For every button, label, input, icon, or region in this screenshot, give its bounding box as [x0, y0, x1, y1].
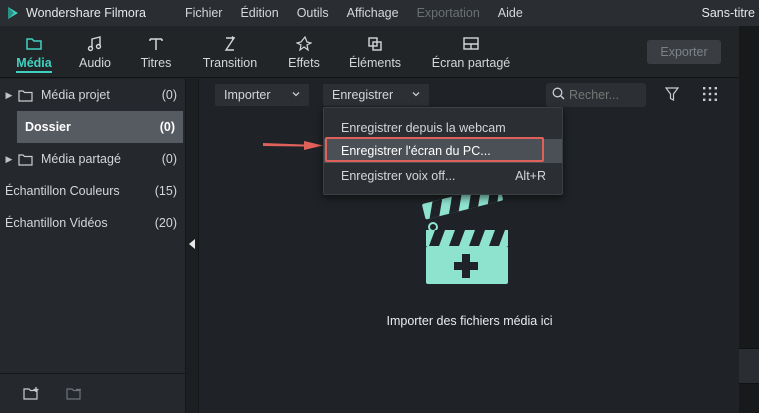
text-icon [148, 34, 164, 54]
elements-icon [367, 34, 383, 54]
library-item-count: (0) [161, 152, 177, 166]
clapperboard-add-icon [422, 184, 512, 291]
library-item-echantillon-couleurs[interactable]: Échantillon Couleurs (15) [0, 175, 185, 207]
library-footer [0, 373, 185, 413]
filter-icon[interactable] [664, 87, 680, 107]
tab-ecran-partage[interactable]: Écran partagé [428, 26, 514, 78]
folder-icon [25, 34, 43, 54]
menu-bar: Wondershare Filmora Fichier Édition Outi… [0, 0, 759, 26]
search-input[interactable] [569, 88, 637, 102]
tab-label: Audio [79, 56, 111, 70]
right-panel-control[interactable] [739, 348, 759, 384]
tab-transition[interactable]: Transition [196, 26, 264, 78]
menu-item-label: Enregistrer l'écran du PC... [341, 144, 491, 158]
tab-label: Éléments [348, 56, 402, 70]
library-item-count: (15) [154, 184, 177, 198]
transition-icon [222, 34, 238, 54]
menu-exportation: Exportation [416, 6, 480, 20]
tab-elements[interactable]: Éléments [344, 26, 406, 78]
menu-outils[interactable]: Outils [288, 6, 338, 20]
tab-label: Titres [140, 56, 172, 70]
chevron-down-icon [411, 88, 421, 102]
library-item-label: Média partagé [41, 152, 121, 166]
menu-item-record-voiceover[interactable]: Enregistrer voix off... Alt+R [324, 164, 562, 188]
app-name: Wondershare Filmora [26, 6, 146, 20]
tab-titres[interactable]: Titres [132, 26, 180, 78]
library-item-label: Média projet [41, 88, 110, 102]
annotation-arrow-icon [262, 138, 324, 157]
folder-icon [18, 89, 33, 102]
record-label: Enregistrer [332, 88, 394, 102]
library-item-count: (20) [154, 216, 177, 230]
menu-item-record-screen[interactable]: Enregistrer l'écran du PC... [324, 139, 562, 163]
tab-effets[interactable]: Effets [280, 26, 328, 78]
record-menu: Enregistrer depuis la webcam Enregistrer… [323, 107, 563, 195]
library-item-label: Échantillon Couleurs [5, 184, 120, 198]
media-search[interactable] [546, 83, 646, 107]
filmora-logo-icon [0, 0, 26, 26]
library-item-count: (0) [161, 88, 177, 102]
media-library-panel: ▶ Média projet (0) Dossier (0) ▶ Média p… [0, 79, 185, 413]
menu-item-shortcut: Alt+R [515, 169, 546, 183]
menu-affichage[interactable]: Affichage [338, 6, 408, 20]
tab-label: Écran partagé [431, 56, 511, 70]
library-item-dossier[interactable]: Dossier (0) [17, 111, 183, 143]
tab-label: Média [16, 56, 52, 70]
new-folder-icon[interactable] [23, 386, 40, 406]
library-item-label: Dossier [25, 120, 71, 134]
tab-label: Transition [202, 56, 258, 70]
menu-item-label: Enregistrer depuis la webcam [341, 121, 506, 135]
menu-aide[interactable]: Aide [489, 6, 532, 20]
library-item-count: (0) [159, 120, 175, 134]
library-item-media-projet[interactable]: ▶ Média projet (0) [0, 79, 185, 111]
chevron-down-icon [291, 88, 301, 102]
grid-view-icon[interactable] [703, 87, 717, 106]
document-title: Sans-titre [701, 6, 756, 20]
tab-audio[interactable]: Audio [72, 26, 118, 78]
library-item-echantillon-videos[interactable]: Échantillon Vidéos (20) [0, 207, 185, 239]
library-item-label: Échantillon Vidéos [5, 216, 108, 230]
collapse-left-icon[interactable] [189, 239, 195, 249]
import-dropdown[interactable]: Importer [215, 84, 309, 106]
effects-icon [296, 34, 312, 54]
split-screen-icon [462, 34, 480, 54]
expand-arrow-icon[interactable]: ▶ [0, 90, 18, 101]
delete-folder-icon[interactable] [66, 386, 83, 406]
tab-media[interactable]: Média [8, 26, 60, 78]
expand-arrow-icon[interactable]: ▶ [0, 154, 18, 165]
menu-item-label: Enregistrer voix off... [341, 169, 456, 183]
panel-splitter[interactable] [185, 79, 199, 413]
empty-state-text: Importer des fichiers média ici [386, 314, 553, 328]
tab-label: Effets [288, 56, 320, 70]
import-label: Importer [224, 88, 271, 102]
export-button[interactable]: Exporter [647, 40, 721, 64]
library-item-media-partage[interactable]: ▶ Média partagé (0) [0, 143, 185, 175]
folder-icon [18, 153, 33, 166]
menu-item-record-webcam[interactable]: Enregistrer depuis la webcam [324, 116, 562, 140]
music-note-icon [86, 34, 104, 54]
menu-edition[interactable]: Édition [231, 6, 287, 20]
main-toolbar: Média Audio Titres Transition Effets Élé… [0, 26, 739, 78]
menu-fichier[interactable]: Fichier [176, 6, 232, 20]
record-dropdown[interactable]: Enregistrer [323, 84, 429, 106]
search-icon [552, 87, 565, 103]
